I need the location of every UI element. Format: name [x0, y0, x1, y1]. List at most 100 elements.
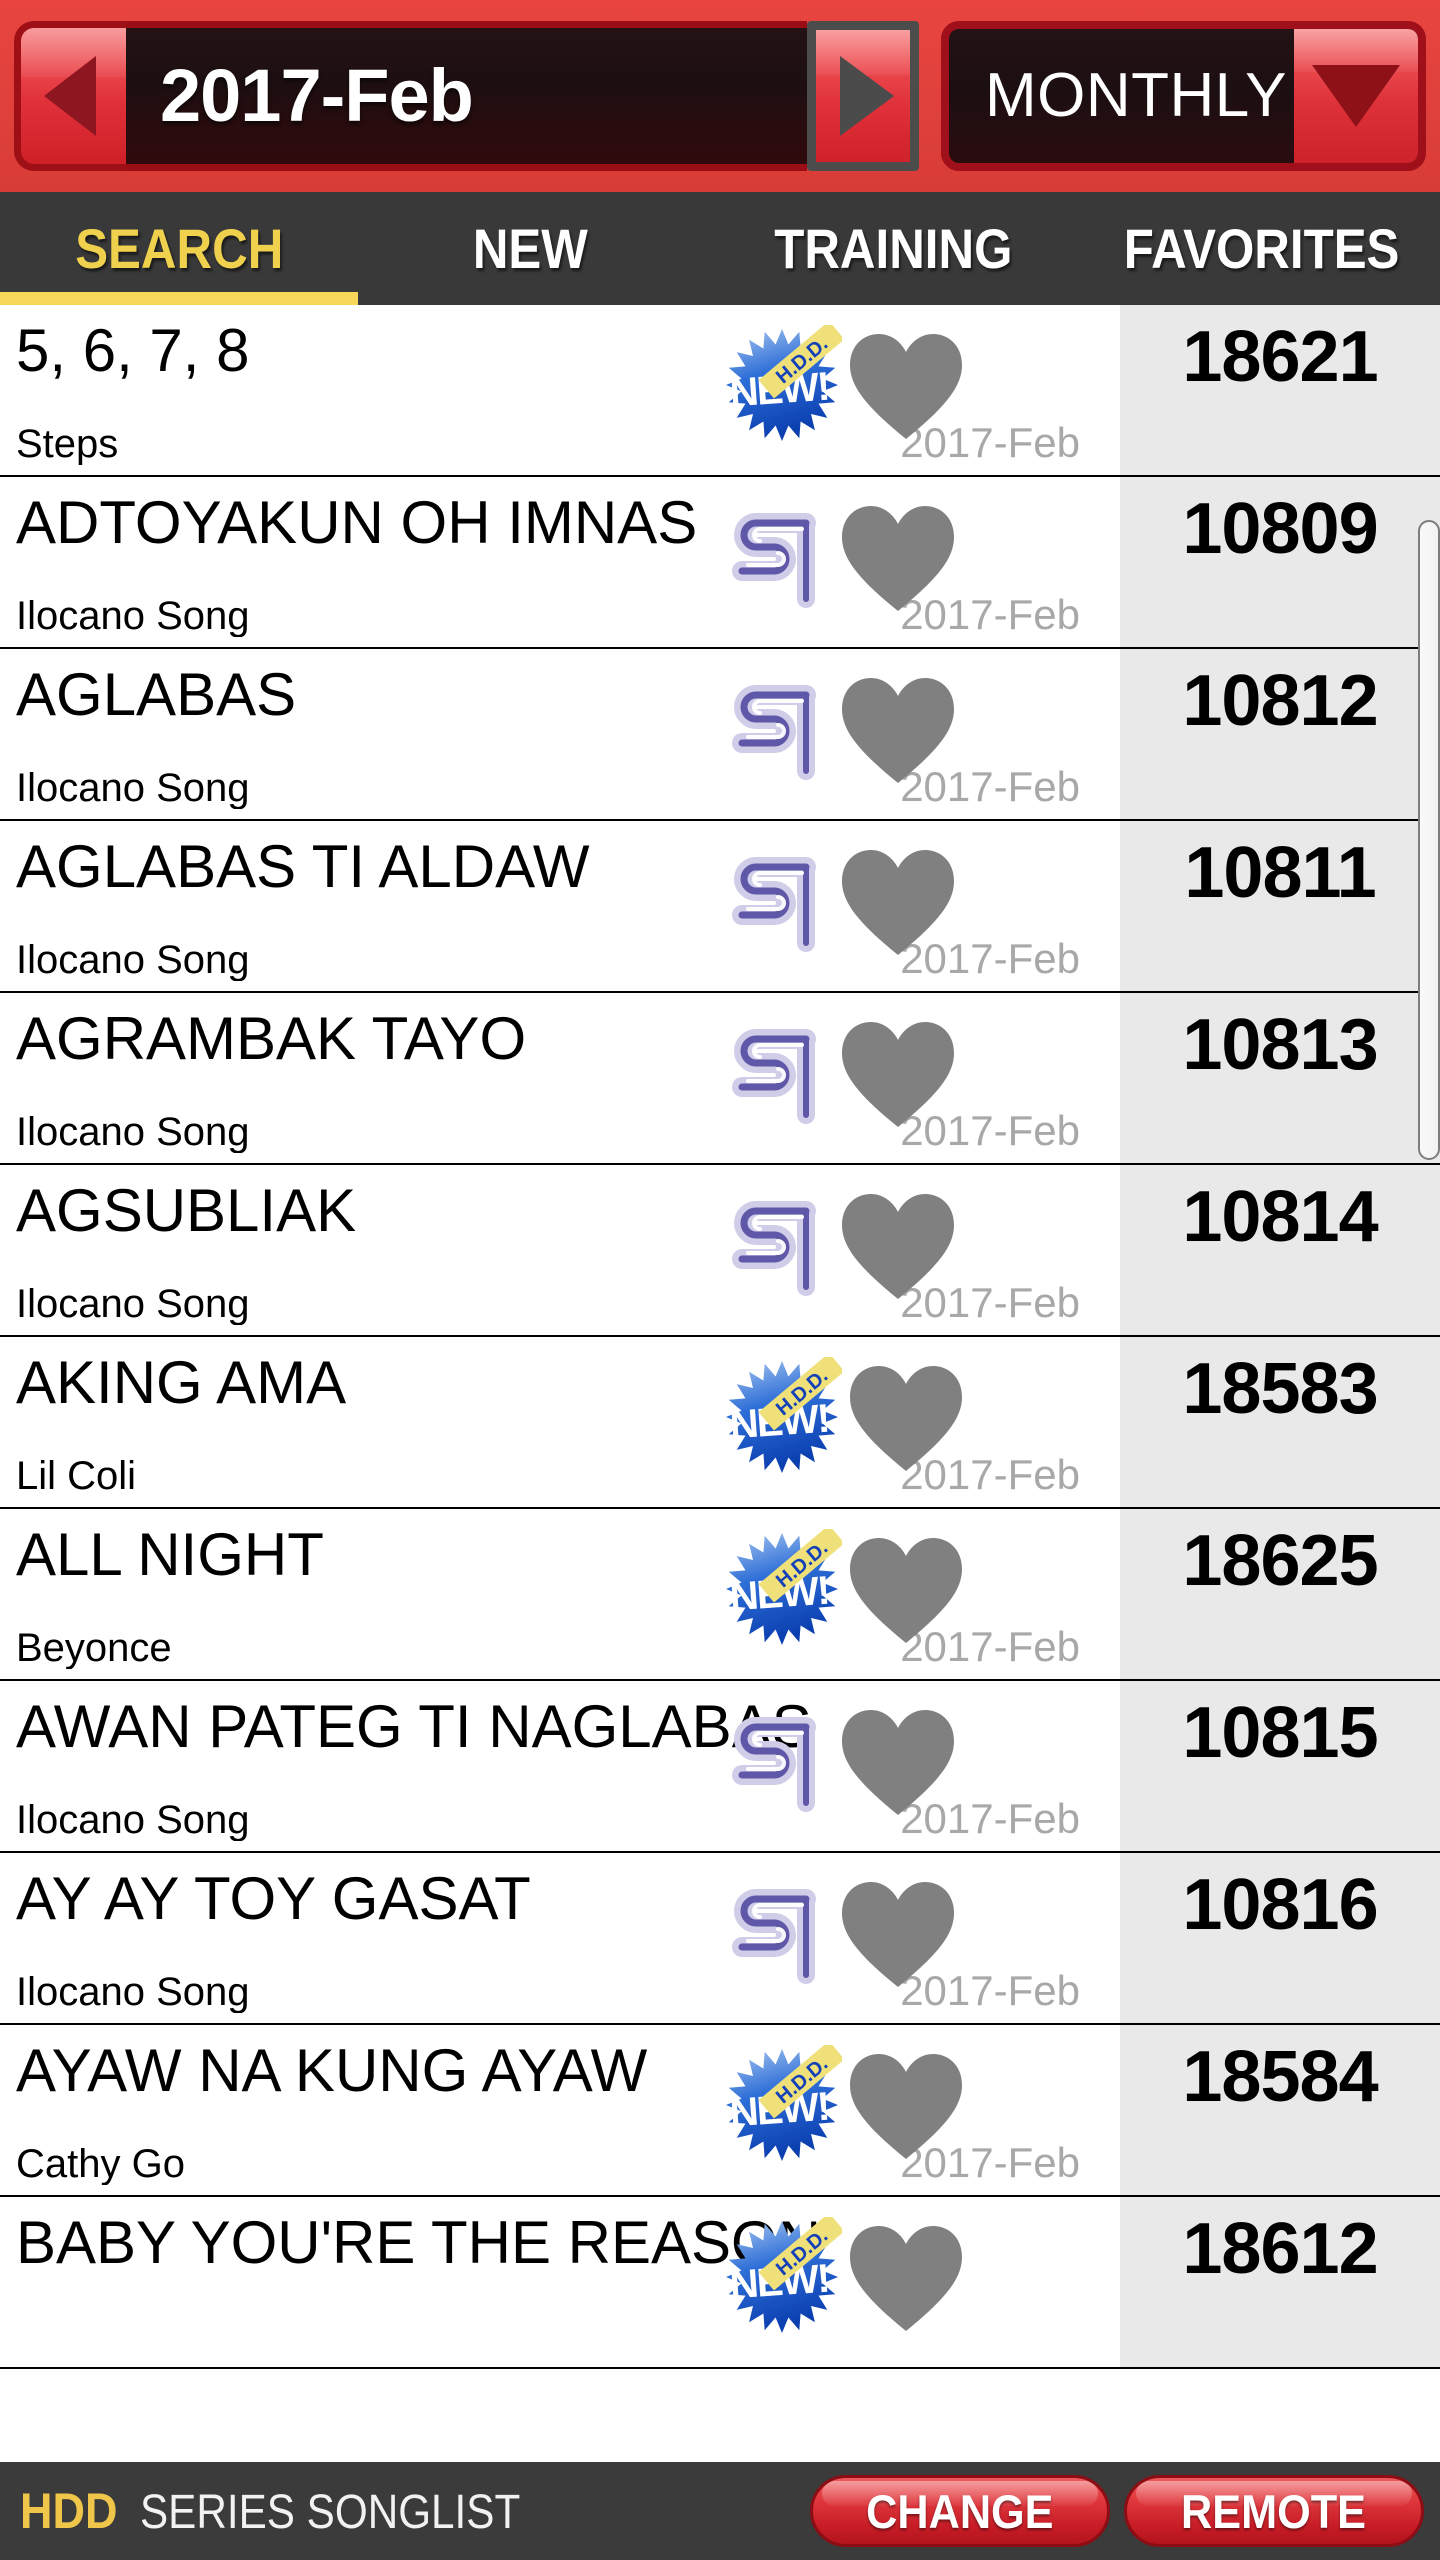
st-series-badge-icon — [722, 501, 834, 615]
favorite-heart-icon[interactable] — [838, 1707, 958, 1819]
song-row[interactable]: ADTOYAKUN OH IMNAS Ilocano Song 2017-Feb 10… — [0, 477, 1440, 649]
tab-new[interactable]: NEW — [358, 192, 703, 305]
song-number: 18612 — [1182, 2209, 1378, 2289]
song-number: 10809 — [1182, 489, 1378, 569]
song-row[interactable]: AGSUBLIAK Ilocano Song 2017-Feb 10814 — [0, 1165, 1440, 1337]
favorite-heart-icon[interactable] — [846, 2223, 966, 2335]
favorite-heart-icon[interactable] — [846, 331, 966, 443]
song-row-main: 5, 6, 7, 8Steps2017-FebNEW!H.D.D. — [0, 305, 1120, 475]
triangle-left-icon — [43, 56, 96, 136]
song-number: 18583 — [1182, 1349, 1378, 1429]
favorite-heart-icon[interactable] — [838, 1019, 958, 1131]
tab-favorites-label: FAVORITES — [1123, 217, 1400, 280]
favorite-heart-icon[interactable] — [838, 847, 958, 959]
brand-label: HDD SERIES SONGLIST — [20, 2482, 796, 2540]
song-row-main: AGRAMBAK TAYO Ilocano Song 2017-Feb — [0, 993, 1120, 1163]
song-row-badges — [722, 841, 1022, 959]
song-row[interactable]: AYAW NA KUNG AYAWCathy Go2017-FebNEW!H.D… — [0, 2025, 1440, 2197]
new-hdd-badge-icon: NEW!H.D.D. — [722, 325, 842, 445]
tab-bar: SEARCH NEW TRAINING FAVORITES — [0, 192, 1440, 305]
change-button-label: CHANGE — [866, 2484, 1054, 2538]
song-number: 10816 — [1182, 1865, 1378, 1945]
date-display-field[interactable]: 2017-Feb — [126, 21, 807, 171]
tab-training-label: TRAINING — [773, 217, 1013, 280]
st-series-badge-icon — [722, 1017, 834, 1131]
new-hdd-badge-icon: NEW!H.D.D. — [722, 1529, 842, 1649]
previous-period-button[interactable] — [14, 21, 126, 171]
song-row-badges — [722, 1013, 1022, 1131]
vertical-scrollbar[interactable] — [1418, 520, 1440, 1160]
song-number-cell: 10814 — [1120, 1165, 1440, 1335]
song-row-badges — [722, 497, 1022, 615]
song-row[interactable]: 5, 6, 7, 8Steps2017-FebNEW!H.D.D. 18621 — [0, 305, 1440, 477]
tab-training[interactable]: TRAINING — [703, 192, 1083, 305]
song-row-badges: NEW!H.D.D. — [722, 1529, 1022, 1649]
song-row-badges — [722, 1701, 1022, 1819]
song-row-badges: NEW!H.D.D. — [722, 2217, 1022, 2337]
song-row-badges — [722, 1185, 1022, 1303]
song-list: 5, 6, 7, 8Steps2017-FebNEW!H.D.D. 18621 AD… — [0, 305, 1440, 2369]
st-series-badge-icon — [722, 845, 834, 959]
favorite-heart-icon[interactable] — [838, 1191, 958, 1303]
change-button[interactable]: CHANGE — [810, 2475, 1110, 2547]
song-row-main: AKING AMALil Coli2017-FebNEW!H.D.D. — [0, 1337, 1120, 1507]
song-number-cell: 10811 — [1120, 821, 1440, 991]
song-number: 10813 — [1182, 1005, 1378, 1085]
song-row-main: ADTOYAKUN OH IMNAS Ilocano Song 2017-Feb — [0, 477, 1120, 647]
song-list-container[interactable]: 5, 6, 7, 8Steps2017-FebNEW!H.D.D. 18621 AD… — [0, 305, 1440, 2462]
song-number: 18621 — [1182, 317, 1378, 397]
song-row-badges: NEW!H.D.D. — [722, 2045, 1022, 2165]
song-row[interactable]: AGLABAS Ilocano Song 2017-Feb 10812 — [0, 649, 1440, 821]
tab-favorites[interactable]: FAVORITES — [1083, 192, 1440, 305]
song-row-main: AGLABAS Ilocano Song 2017-Feb — [0, 649, 1120, 819]
song-row[interactable]: AWAN PATEG TI NAGLABAS Ilocano Song 2017-F… — [0, 1681, 1440, 1853]
song-number-cell: 18584 — [1120, 2025, 1440, 2195]
triangle-down-icon — [1312, 65, 1400, 127]
song-row[interactable]: ALL NIGHTBeyonce2017-FebNEW!H.D.D. 18625 — [0, 1509, 1440, 1681]
date-value: 2017-Feb — [160, 54, 474, 137]
song-number-cell: 18612 — [1120, 2197, 1440, 2367]
song-number-cell: 10815 — [1120, 1681, 1440, 1851]
brand-hdd-text: HDD — [20, 2483, 118, 2539]
st-series-badge-icon — [722, 673, 834, 787]
song-number-cell: 18625 — [1120, 1509, 1440, 1679]
karaoke-songlist-app: 2017-Feb MONTHLY SEARCH NEW TRAINING FAV… — [0, 0, 1440, 2560]
song-row-main: AGSUBLIAK Ilocano Song 2017-Feb — [0, 1165, 1120, 1335]
period-mode-dropdown[interactable]: MONTHLY — [941, 21, 1426, 171]
song-row-main: BABY YOU'RE THE REASONNEW!H.D.D. — [0, 2197, 1120, 2367]
song-number: 18625 — [1182, 1521, 1378, 1601]
song-row[interactable]: BABY YOU'RE THE REASONNEW!H.D.D. 18612 — [0, 2197, 1440, 2369]
song-row[interactable]: AGRAMBAK TAYO Ilocano Song 2017-Feb 10813 — [0, 993, 1440, 1165]
next-period-button[interactable] — [807, 21, 919, 171]
favorite-heart-icon[interactable] — [838, 675, 958, 787]
favorite-heart-icon[interactable] — [838, 1879, 958, 1991]
song-number-cell: 10812 — [1120, 649, 1440, 819]
song-number: 10814 — [1182, 1177, 1378, 1257]
song-row-main: ALL NIGHTBeyonce2017-FebNEW!H.D.D. — [0, 1509, 1120, 1679]
favorite-heart-icon[interactable] — [846, 2051, 966, 2163]
tab-search[interactable]: SEARCH — [0, 192, 358, 305]
new-hdd-badge-icon: NEW!H.D.D. — [722, 1357, 842, 1477]
song-row-badges: NEW!H.D.D. — [722, 325, 1022, 445]
favorite-heart-icon[interactable] — [846, 1535, 966, 1647]
song-row-main: AWAN PATEG TI NAGLABAS Ilocano Song 2017-F… — [0, 1681, 1120, 1851]
tab-search-label: SEARCH — [74, 217, 284, 280]
song-number: 10811 — [1184, 833, 1376, 913]
song-number-cell: 18621 — [1120, 305, 1440, 475]
song-row[interactable]: AKING AMALil Coli2017-FebNEW!H.D.D. 18583 — [0, 1337, 1440, 1509]
song-number-cell: 10816 — [1120, 1853, 1440, 2023]
top-header-bar: 2017-Feb MONTHLY — [0, 0, 1440, 192]
st-series-badge-icon — [722, 1705, 834, 1819]
tab-new-label: NEW — [473, 217, 588, 280]
song-number-cell: 18583 — [1120, 1337, 1440, 1507]
song-row-main: AGLABAS TI ALDAW Ilocano Song 2017-Feb — [0, 821, 1120, 991]
song-row[interactable]: AY AY TOY GASAT Ilocano Song 2017-Feb 10816 — [0, 1853, 1440, 2025]
favorite-heart-icon[interactable] — [838, 503, 958, 615]
remote-button[interactable]: REMOTE — [1124, 2475, 1424, 2547]
favorite-heart-icon[interactable] — [846, 1363, 966, 1475]
song-number: 10815 — [1182, 1693, 1378, 1773]
dropdown-arrow-button[interactable] — [1294, 29, 1418, 163]
song-row[interactable]: AGLABAS TI ALDAW Ilocano Song 2017-Feb 1081… — [0, 821, 1440, 993]
bottom-status-bar: HDD SERIES SONGLIST CHANGE REMOTE — [0, 2462, 1440, 2560]
period-mode-value: MONTHLY — [985, 61, 1288, 130]
